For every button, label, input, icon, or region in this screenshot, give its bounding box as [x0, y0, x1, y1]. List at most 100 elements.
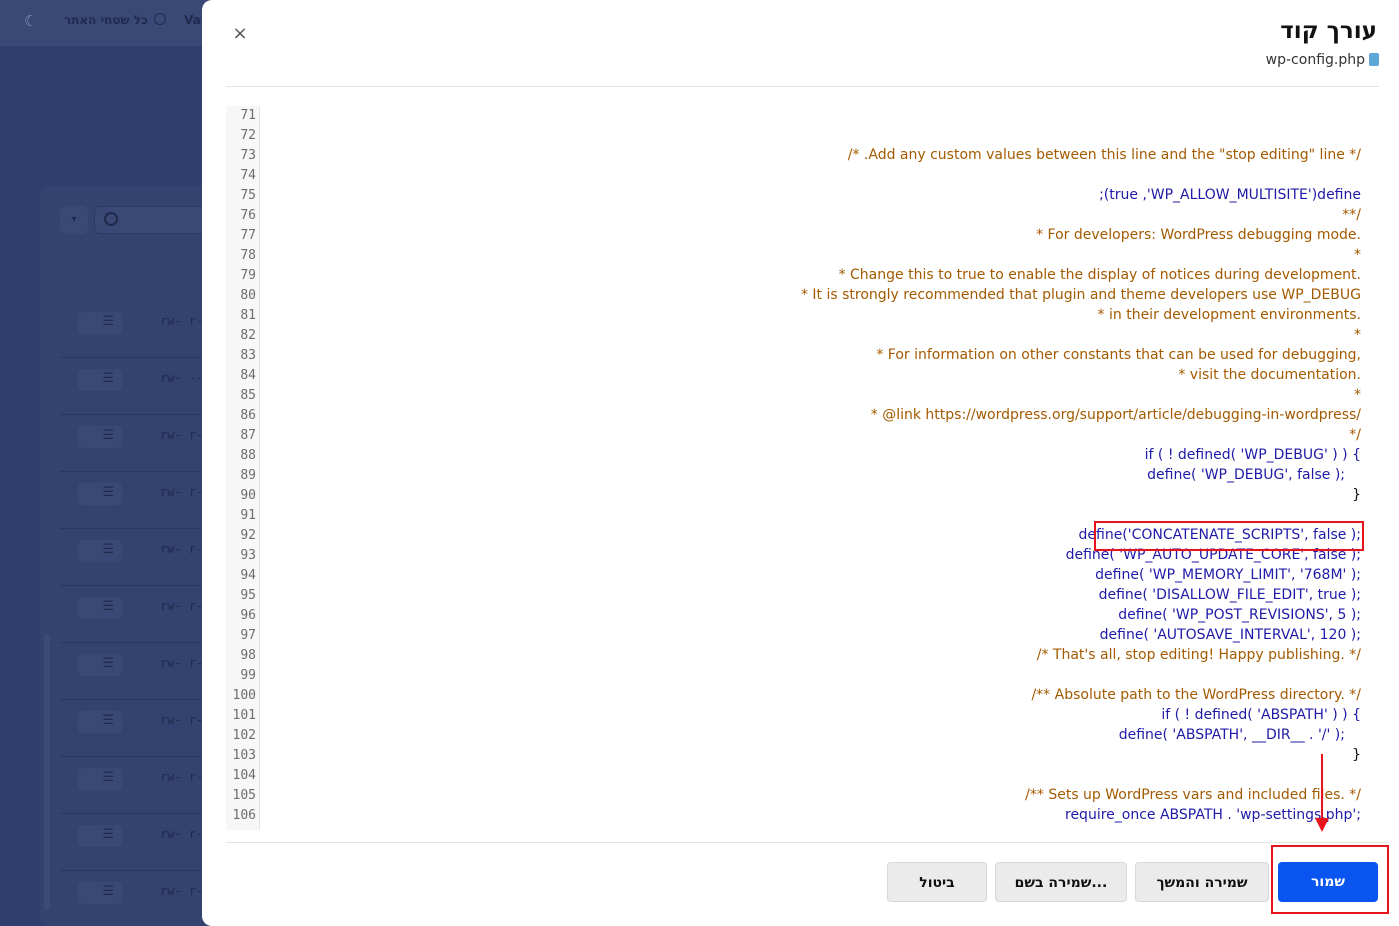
line-number: 72	[240, 128, 256, 143]
code-line: * For developers: WordPress debugging mo…	[1036, 227, 1361, 243]
line-number: 95	[240, 588, 256, 603]
globe-icon	[153, 13, 166, 25]
code-editor-modal: × עורך קוד wp-config.php 71 72 73 74 75 76 77 7…	[202, 0, 1399, 926]
save-as-button[interactable]: שמירה בשם...	[995, 862, 1127, 902]
line-number: 101	[232, 708, 256, 723]
row-menu-icon[interactable]: ☰	[78, 768, 122, 790]
file-name-line: wp-config.php	[1266, 52, 1379, 68]
line-number: 104	[232, 768, 256, 783]
all-sites-menu[interactable]: כל שטחי האתר	[64, 13, 166, 27]
line-number: 81	[240, 308, 256, 323]
line-number: 99	[240, 668, 256, 683]
line-number: 87	[240, 428, 256, 443]
code-line: if ( ! defined( 'ABSPATH' ) ) {	[1161, 707, 1361, 723]
code-line: * For information on other constants tha…	[876, 347, 1361, 363]
code-line: define( 'ABSPATH', __DIR__ . '/' );	[1118, 727, 1345, 743]
code-line: define( 'DISALLOW_FILE_EDIT', true );	[1098, 587, 1361, 603]
cancel-button[interactable]: ביטול	[887, 862, 987, 902]
file-row[interactable]: ☰ rw- r--	[60, 872, 220, 926]
line-number: 88	[240, 448, 256, 463]
close-icon[interactable]: ×	[230, 24, 250, 44]
row-menu-icon[interactable]: ☰	[78, 882, 122, 904]
code-line: ;(true ,'WP_ALLOW_MULTISITE')define	[1099, 187, 1361, 203]
code-line: *	[1354, 387, 1361, 403]
file-row[interactable]: ☰ rw- r--	[60, 302, 220, 358]
file-row[interactable]: ☰ rw- ---	[60, 359, 220, 415]
divider	[226, 86, 1379, 87]
code-line: /* That's all, stop editing! Happy publi…	[1036, 647, 1361, 663]
code-line: /** Absolute path to the WordPress direc…	[1031, 687, 1361, 703]
modal-title: עורך קוד	[1280, 18, 1377, 44]
file-row[interactable]: ☰ rw- r--	[60, 701, 220, 757]
file-name: wp-config.php	[1265, 52, 1365, 68]
code-line: * Change this to true to enable the disp…	[838, 267, 1361, 283]
code-line: * in their development environments.	[1097, 307, 1361, 323]
line-number: 90	[240, 488, 256, 503]
line-number: 89	[240, 468, 256, 483]
code-editor[interactable]: 71 72 73 74 75 76 77 78 79 80 81 82 83 84 85 86 87 88 89 90…	[226, 106, 1385, 830]
background-scrollbar[interactable]	[44, 634, 50, 910]
line-number: 105	[232, 788, 256, 803]
search-icon	[104, 212, 118, 226]
row-menu-icon[interactable]: ☰	[78, 654, 122, 676]
divider	[226, 842, 1389, 843]
code-line: define( 'WP_DEBUG', false );	[1147, 467, 1345, 483]
code-line: /* .Add any custom values between this l…	[847, 147, 1361, 163]
code-line: /** Sets up WordPress vars and included …	[1025, 787, 1361, 803]
line-number: 84	[240, 368, 256, 383]
code-line: if ( ! defined( 'WP_DEBUG' ) ) {	[1144, 447, 1361, 463]
file-row[interactable]: ☰ rw- r--	[60, 587, 220, 643]
line-number: 82	[240, 328, 256, 343]
line-number: 85	[240, 388, 256, 403]
arrow-annotation	[1321, 754, 1323, 824]
file-icon	[1369, 53, 1379, 66]
line-number: 94	[240, 568, 256, 583]
row-menu-icon[interactable]: ☰	[78, 825, 122, 847]
line-number: 93	[240, 548, 256, 563]
all-sites-label: כל שטחי האתר	[64, 13, 148, 27]
line-number: 74	[240, 168, 256, 183]
highlight-save-button	[1271, 845, 1389, 914]
line-number: 71	[240, 108, 256, 123]
code-line: *	[1354, 247, 1361, 263]
file-row[interactable]: ☰ rw- r--	[60, 530, 220, 586]
row-menu-icon[interactable]: ☰	[78, 711, 122, 733]
line-number: 103	[232, 748, 256, 763]
line-number: 77	[240, 228, 256, 243]
code-line: * It is strongly recommended that plugin…	[800, 287, 1361, 303]
highlight-concatenate-line	[1094, 521, 1364, 551]
line-number: 86	[240, 408, 256, 423]
code-line: define( 'WP_MEMORY_LIMIT', '768M' );	[1095, 567, 1361, 583]
line-number: 91	[240, 508, 256, 523]
line-number: 78	[240, 248, 256, 263]
row-menu-icon[interactable]: ☰	[78, 369, 122, 391]
row-menu-icon[interactable]: ☰	[78, 483, 122, 505]
row-menu-icon[interactable]: ☰	[78, 597, 122, 619]
moon-icon[interactable]: ☾	[24, 12, 42, 30]
file-row[interactable]: ☰ rw- r--	[60, 416, 220, 472]
file-row[interactable]: ☰ rw- r--	[60, 815, 220, 871]
file-row[interactable]: ☰ rw- r--	[60, 644, 220, 700]
chevron-down-icon[interactable]: ▾	[60, 206, 88, 234]
row-menu-icon[interactable]: ☰	[78, 312, 122, 334]
save-continue-button[interactable]: שמירה והמשך	[1135, 862, 1269, 902]
arrow-head	[1315, 818, 1329, 832]
line-number: 73	[240, 148, 256, 163]
file-row[interactable]: ☰ rw- r--	[60, 473, 220, 529]
row-menu-icon[interactable]: ☰	[78, 426, 122, 448]
code-line: **/	[1342, 207, 1361, 223]
line-number-gutter: 71 72 73 74 75 76 77 78 79 80 81 82 83 84 85 86 87 88 89 90…	[226, 106, 260, 830]
code-line: define( 'AUTOSAVE_INTERVAL', 120 );	[1099, 627, 1361, 643]
line-number: 106	[232, 808, 256, 823]
line-number: 92	[240, 528, 256, 543]
code-line: }	[1352, 747, 1361, 763]
code-line: *	[1354, 327, 1361, 343]
line-number: 76	[240, 208, 256, 223]
file-row[interactable]: ☰ rw- r--	[60, 758, 220, 814]
line-number: 100	[232, 688, 256, 703]
line-number: 79	[240, 268, 256, 283]
code-line: }	[1352, 487, 1361, 503]
code-line: * @link https://wordpress.org/support/ar…	[870, 407, 1361, 423]
row-menu-icon[interactable]: ☰	[78, 540, 122, 562]
line-number: 102	[232, 728, 256, 743]
